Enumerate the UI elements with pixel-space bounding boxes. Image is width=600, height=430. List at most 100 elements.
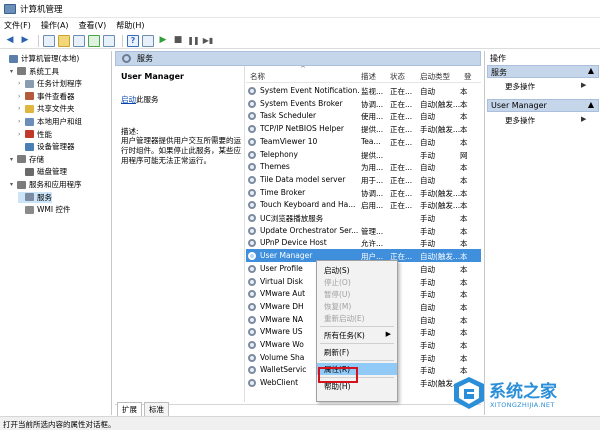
service-row[interactable]: System Event Notification... 监视... 正在... 自动… — [246, 84, 481, 97]
expand-arrow-icon[interactable]: › — [18, 93, 24, 100]
forward-arrow-icon[interactable]: ▶ — [19, 35, 31, 47]
tree-item[interactable]: › 事件查看器 — [18, 91, 75, 102]
properties-icon[interactable] — [73, 34, 85, 47]
service-row[interactable]: UC浏览器播放服务 手动 本 — [246, 211, 481, 224]
column-description[interactable]: 描述 — [361, 71, 376, 82]
column-name[interactable]: 名称 — [250, 71, 265, 82]
service-row[interactable]: Themes 为用... 正在... 自动 本 — [246, 160, 481, 173]
expand-arrow-icon[interactable]: ▾ — [10, 156, 16, 163]
actions-section-label: User Manager — [491, 101, 547, 110]
tree-item[interactable]: 服务 — [18, 191, 52, 203]
actions-section-user-manager[interactable]: User Manager ▲ — [487, 99, 599, 112]
context-menu-item-label: 刷新(F) — [324, 348, 350, 357]
expand-arrow-icon[interactable]: ▾ — [10, 181, 16, 188]
window-title: 计算机管理 — [20, 4, 63, 15]
service-logon: 本 — [460, 201, 468, 211]
service-logon: 本 — [460, 315, 468, 325]
show-hide-tree-icon[interactable] — [43, 34, 55, 47]
expand-arrow-icon[interactable]: › — [18, 118, 24, 125]
expand-arrow-icon[interactable]: › — [18, 131, 24, 138]
service-description: 使用... — [361, 112, 384, 122]
tree-item[interactable]: ▾ 存储 — [10, 154, 44, 165]
context-menu-item[interactable]: 刷新(F) — [317, 346, 397, 358]
menu-help[interactable]: 帮助(H) — [116, 20, 144, 31]
panel-title: 服务 — [137, 54, 153, 63]
tree-item[interactable]: 计算机管理(本地) — [2, 53, 79, 64]
service-gear-icon — [248, 239, 256, 248]
start-service-icon[interactable]: ▶ — [157, 35, 169, 47]
expand-arrow-icon[interactable]: › — [18, 105, 24, 112]
column-status[interactable]: 状态 — [390, 71, 405, 82]
service-name: Update Orchestrator Ser... — [260, 225, 359, 235]
task-scheduler-icon — [25, 79, 34, 88]
tree-item-label: 事件查看器 — [37, 91, 75, 101]
help-icon[interactable]: ? — [127, 34, 139, 47]
refresh-icon[interactable] — [88, 34, 100, 47]
service-name: Touch Keyboard and Ha... — [260, 200, 356, 210]
column-startup-type[interactable]: 启动类型 — [420, 71, 450, 82]
tree-item[interactable]: WMI 控件 — [18, 204, 70, 215]
collapse-arrow-icon[interactable]: ▲ — [588, 100, 594, 109]
service-status: 正在... — [390, 112, 413, 122]
service-description: 管理... — [361, 226, 384, 236]
tree-item-label: 设备管理器 — [37, 142, 75, 152]
service-description: 监视... — [361, 87, 384, 96]
menu-file[interactable]: 文件(F) — [4, 20, 31, 31]
menu-view[interactable]: 查看(V) — [79, 20, 107, 31]
column-logon[interactable]: 登 — [464, 71, 472, 82]
service-row[interactable]: System Events Broker 协调... 正在... 自动(触发... 本 — [246, 97, 481, 110]
tree-item[interactable]: 磁盘管理 — [18, 166, 67, 177]
performance-icon — [25, 130, 34, 139]
service-row[interactable]: Time Broker 协调... 正在... 手动(触发... 本 — [246, 186, 481, 199]
export-list-icon[interactable] — [103, 34, 115, 47]
expand-arrow-icon[interactable]: ▾ — [10, 68, 16, 75]
context-menu-item[interactable]: 启动(S) — [317, 264, 397, 276]
services-icon — [25, 193, 34, 202]
pause-service-icon[interactable]: ❚❚ — [187, 35, 199, 47]
console-icon[interactable] — [142, 34, 154, 47]
stop-service-icon[interactable]: ■ — [172, 35, 184, 47]
tab-extended[interactable]: 扩展 — [117, 402, 142, 416]
start-service-link[interactable]: 启动 — [121, 95, 136, 104]
expand-arrow-icon[interactable]: › — [18, 80, 24, 87]
tab-standard[interactable]: 标准 — [144, 402, 169, 416]
service-startup-type: 自动 — [420, 315, 435, 325]
services-panel-header: 服务 — [115, 51, 481, 66]
menu-action[interactable]: 操作(A) — [41, 20, 69, 31]
service-row[interactable]: UPnP Device Host 允许... 手动 本 — [246, 236, 481, 249]
folder-icon[interactable] — [58, 34, 70, 47]
restart-service-icon[interactable]: ▶▮ — [202, 35, 214, 47]
service-name: System Events Broker — [260, 98, 343, 108]
context-menu-item[interactable]: 所有任务(K) ▶ — [317, 329, 397, 341]
tree-item[interactable]: ▾ 系统工具 — [10, 66, 59, 77]
tree-item[interactable]: › 任务计划程序 — [18, 78, 82, 89]
tree-item[interactable]: › 共享文件夹 — [18, 103, 75, 114]
start-service-line: 启动此服务 — [121, 94, 159, 105]
service-row[interactable]: Tile Data model server 用于... 正在... 自动 本 — [246, 173, 481, 186]
service-row[interactable]: Touch Keyboard and Ha... 启用... 正在... 手动(触发.… — [246, 198, 481, 211]
service-row[interactable]: Task Scheduler 使用... 正在... 自动 本 — [246, 109, 481, 122]
tree-item-label: 服务和应用程序 — [29, 180, 82, 189]
more-actions-user-manager[interactable]: 更多操作 ▶ — [505, 115, 586, 126]
service-gear-icon — [248, 341, 256, 349]
more-actions-services[interactable]: 更多操作 ▶ — [505, 81, 586, 92]
service-startup-type: 自动(触发... — [420, 252, 460, 262]
service-logon: 本 — [460, 137, 468, 147]
service-row[interactable]: Update Orchestrator Ser... 管理... 手动 本 — [246, 224, 481, 237]
actions-section-label: 服务 — [491, 68, 507, 77]
service-startup-type: 自动 — [420, 163, 435, 173]
tree-item[interactable]: › 性能 — [18, 129, 52, 140]
service-status: 正在... — [390, 163, 413, 173]
service-row[interactable]: Telephony 提供... 手动 网 — [246, 148, 481, 161]
service-row[interactable]: TeamViewer 10 Tea... 正在... 自动 本 — [246, 135, 481, 148]
tree-item[interactable]: ▾ 服务和应用程序 — [10, 179, 82, 190]
actions-section-services[interactable]: 服务 ▲ — [487, 65, 599, 78]
collapse-arrow-icon[interactable]: ▲ — [588, 66, 594, 75]
back-arrow-icon[interactable]: ◀ — [4, 35, 16, 47]
tree-item[interactable]: 设备管理器 — [18, 141, 75, 152]
tree-item[interactable]: › 本地用户和组 — [18, 116, 82, 127]
service-logon: 本 — [460, 125, 468, 135]
service-gear-icon — [248, 188, 256, 197]
service-row[interactable]: TCP/IP NetBIOS Helper 提供... 正在... 手动(触发... 本 — [246, 122, 481, 135]
watermark-url: XITONGZHIJIA.NET — [490, 401, 555, 409]
